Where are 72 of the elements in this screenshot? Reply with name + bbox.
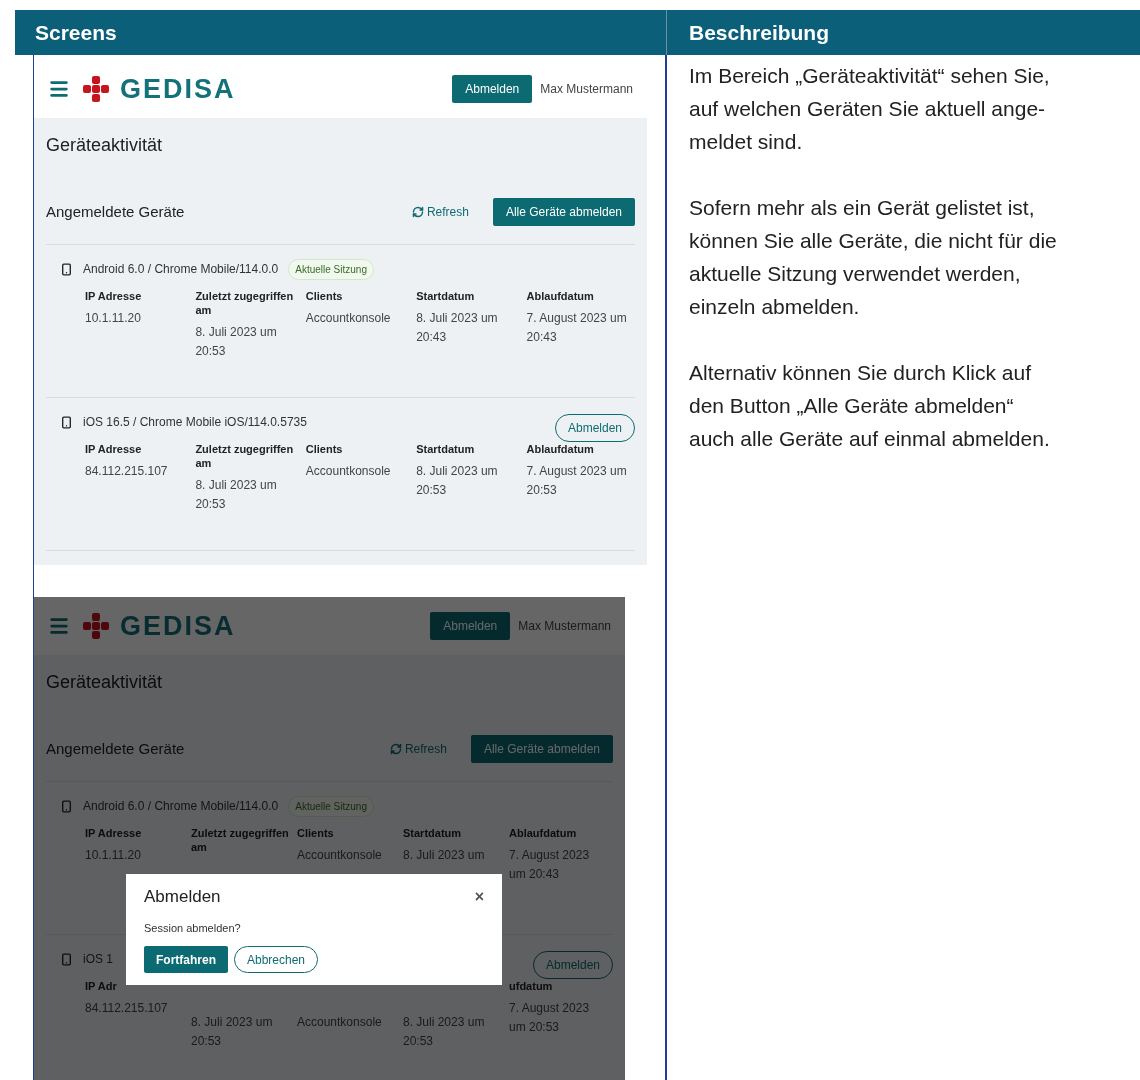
menu-icon[interactable] [48, 615, 70, 637]
description-paragraph: Alternativ können Sie durch Klick auf den Button „Alle Geräte abmelden“ auch alle Geräte auf einmal abmelden. [689, 360, 1051, 452]
page-title: Geräteaktivität [46, 671, 164, 694]
column-label: Clients [305, 442, 344, 456]
column-label: Startdatum [403, 826, 463, 840]
column-label: Zuletzt zugegriffen am [191, 826, 290, 854]
description-paragraph: Sofern mehr als ein Gerät gelistet ist, können Sie alle Geräte, die nicht für die aktuelle Sitzung verwendet werden, einzeln abmelden. [689, 195, 1058, 320]
column-label: Clients [305, 289, 344, 303]
column-value: 8. Juli 2023 um 20:53 [195, 324, 278, 360]
column-header: Screens [35, 19, 117, 46]
column-label: IP Adresse [85, 442, 143, 456]
column-label: Zuletzt zugegriffen am [195, 289, 295, 317]
column-value: 84.112.215.107 [85, 463, 169, 480]
phone-icon [60, 262, 73, 276]
column-value: 7. August 2023 um 20:53 [509, 1000, 591, 1036]
device-name: Android 6.0 / Chrome Mobile/114.0.0 [83, 798, 279, 815]
description-paragraph: Im Bereich „Geräteaktivität“ sehen Sie, auf welchen Geräten Sie aktuell ange- meldet sind. [689, 63, 1051, 155]
column-value: 84.112.215.107 [85, 1000, 169, 1017]
column-label: IP Adr [85, 979, 118, 993]
logout-all-button[interactable]: Alle Geräte abmelden [492, 198, 635, 226]
cross-logo-icon [82, 612, 110, 640]
user-name: Max Mustermann [540, 81, 633, 98]
column-label: Startdatum [416, 442, 476, 456]
logout-button[interactable]: Abmelden [452, 75, 533, 103]
column-label: ufdatum [509, 979, 554, 993]
logo-text: GEDISA [120, 612, 236, 640]
device-name: iOS 16.5 / Chrome Mobile iOS/114.0.5735 [83, 414, 307, 431]
column-value: 10.1.11.20 [85, 847, 142, 864]
phone-icon [60, 952, 73, 966]
refresh-icon [389, 743, 402, 755]
column-label: Startdatum [416, 289, 476, 303]
column-header: Beschreibung [689, 20, 830, 44]
device-name: iOS 1 [83, 951, 113, 968]
user-name: Max Mustermann [518, 618, 611, 635]
section-title: Angemeldete Geräte [46, 201, 185, 222]
column-label: Ablaufdatum [509, 826, 578, 840]
column-value: 7. August 2023 um 20:43 [526, 310, 628, 346]
page-title: Geräteaktivität [46, 134, 164, 157]
close-button[interactable]: × [474, 888, 484, 905]
column-value: 8. Juli 2023 um 20:53 [416, 463, 499, 499]
column-value: Accountkonsole [297, 1014, 383, 1031]
column-value: 7. August 2023 um 20:43 [509, 847, 591, 883]
section-title: Angemeldete Geräte [46, 738, 185, 759]
dialog-message: Session abmelden? [144, 920, 242, 936]
column-label: IP Adresse [85, 289, 143, 303]
column-value: 7. August 2023 um 20:53 [526, 463, 628, 499]
column-value: 8. Juli 2023 um 20:53 [195, 477, 278, 513]
column-label: IP Adresse [85, 826, 143, 840]
refresh-button[interactable]: Refresh [411, 203, 469, 221]
column-value: Accountkonsole [297, 847, 383, 864]
refresh-icon [411, 206, 424, 218]
column-label: Zuletzt zugegriffen am [195, 442, 295, 470]
current-session-badge: Aktuelle Sitzung [288, 795, 374, 817]
column-value: Accountkonsole [305, 310, 392, 327]
continue-button[interactable]: Fortfahren [144, 946, 228, 973]
column-label: Ablaufdatum [526, 289, 595, 303]
column-value: 8. Juli 2023 um 20:53 [403, 1014, 486, 1050]
cross-logo-icon [82, 75, 110, 103]
phone-icon [60, 415, 73, 429]
column-value: 8. Juli 2023 um 20:43 [416, 310, 499, 346]
menu-icon[interactable] [48, 78, 70, 100]
column-value: 8. Juli 2023 um 20:53 [191, 1014, 274, 1050]
column-label: Ablaufdatum [526, 442, 595, 456]
column-label: Clients [297, 826, 335, 840]
current-session-badge: Aktuelle Sitzung [288, 258, 374, 280]
column-value: Accountkonsole [305, 463, 392, 480]
logo-text: GEDISA [120, 75, 236, 103]
column-value: 10.1.11.20 [85, 310, 142, 327]
dialog-title: Abmelden [144, 886, 221, 908]
column-value: 8. Juli 2023 um [403, 847, 486, 864]
phone-icon [60, 799, 73, 813]
device-name: Android 6.0 / Chrome Mobile/114.0.0 [83, 261, 279, 278]
